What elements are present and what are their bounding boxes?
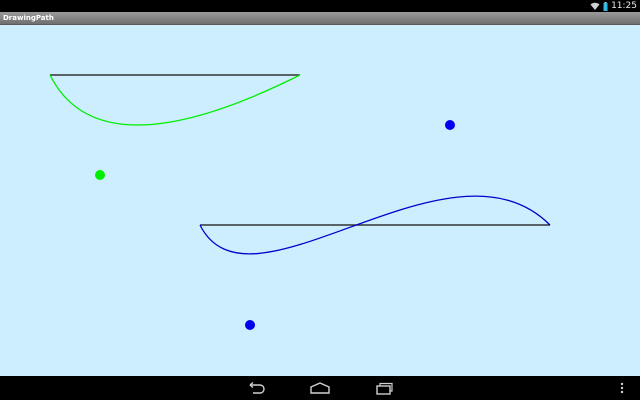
path-drawing bbox=[49, 74, 551, 330]
overflow-menu-button[interactable] bbox=[616, 380, 628, 396]
recent-apps-icon bbox=[376, 382, 393, 395]
app-title-bar: DrawingPath bbox=[0, 12, 640, 25]
status-icons: 11:25 bbox=[590, 0, 637, 12]
blue-control-point-1[interactable] bbox=[445, 120, 455, 130]
menu-icon bbox=[620, 382, 624, 394]
home-button[interactable] bbox=[308, 380, 332, 396]
navigation-bar bbox=[0, 376, 640, 400]
app-title: DrawingPath bbox=[3, 14, 54, 22]
home-icon bbox=[310, 382, 330, 394]
back-button[interactable] bbox=[244, 380, 268, 396]
clock: 11:25 bbox=[611, 1, 637, 11]
wifi-icon bbox=[590, 2, 600, 10]
green-curve bbox=[49, 74, 301, 126]
green-control-point[interactable] bbox=[95, 170, 105, 180]
recent-apps-button[interactable] bbox=[372, 380, 396, 396]
back-icon bbox=[249, 381, 265, 394]
blue-control-point-2[interactable] bbox=[245, 320, 255, 330]
status-bar: 11:25 bbox=[0, 0, 640, 12]
battery-icon bbox=[603, 1, 608, 11]
drawing-canvas[interactable] bbox=[0, 25, 640, 376]
